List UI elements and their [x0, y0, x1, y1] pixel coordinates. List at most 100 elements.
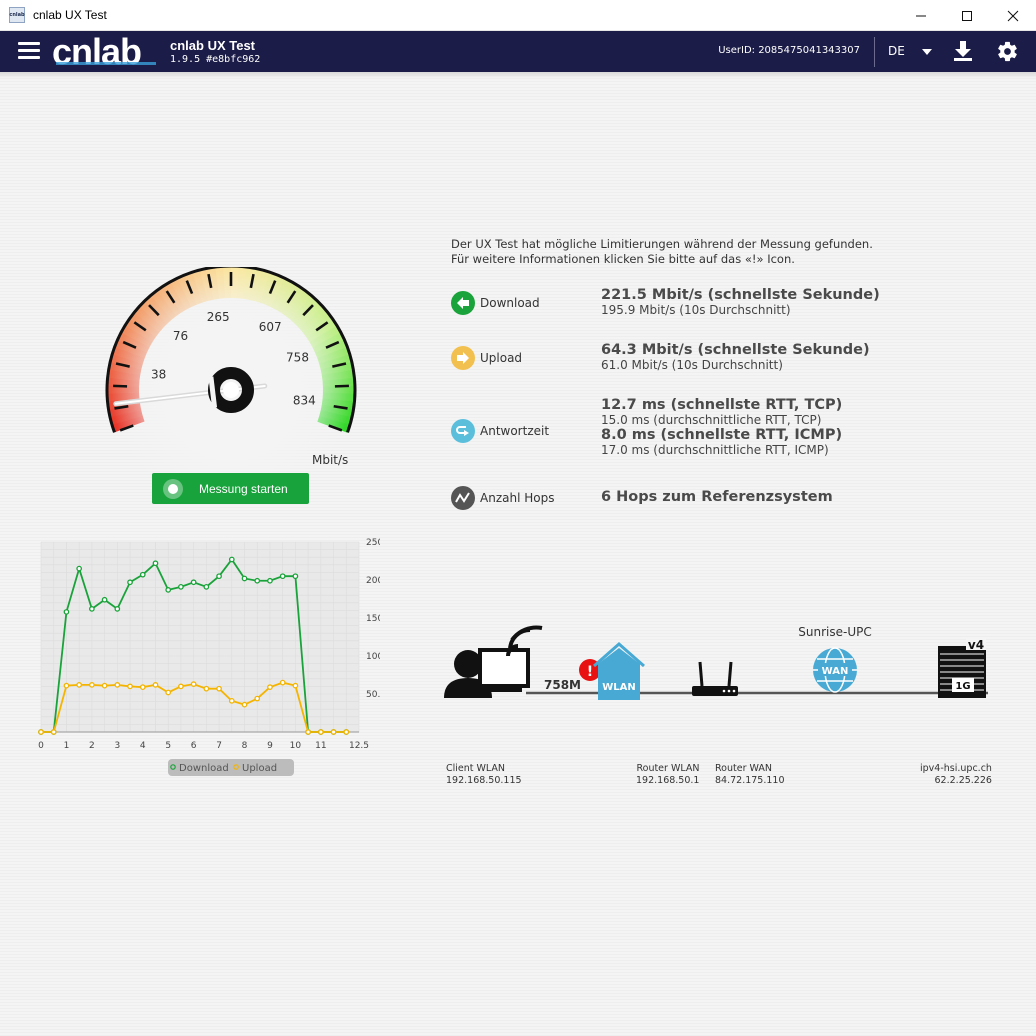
server-link-speed: 1G	[955, 681, 970, 692]
series-point-download	[203, 583, 210, 590]
series-point-upload	[63, 682, 70, 689]
server-icon[interactable]: v4 1G	[938, 638, 986, 698]
chart-y-tick-label: 250.0 Mbit/s	[366, 538, 380, 548]
series-point-download	[178, 583, 184, 590]
start-measurement-button[interactable]: Messung starten	[152, 473, 309, 504]
chart-x-tick-label: 3	[114, 741, 120, 751]
hops-label: Anzahl Hops	[480, 491, 555, 505]
series-point-download	[152, 560, 159, 567]
series-point-download	[63, 609, 70, 615]
menu-icon[interactable]	[18, 42, 40, 60]
wan-globe-icon[interactable]: WAN	[813, 647, 857, 693]
series-point-download	[76, 565, 83, 572]
needle-hub-center	[223, 382, 239, 398]
window-titlebar: cnlab cnlab UX Test	[0, 0, 1036, 31]
series-point-upload	[190, 681, 197, 687]
hops-count: 6 Hops zum Referenzsystem	[601, 489, 833, 505]
series-point-upload	[89, 682, 95, 688]
chart-plot-area	[41, 542, 359, 732]
latency-tcp-fastest: 12.7 ms (schnellste RTT, TCP)	[601, 397, 843, 413]
node-ip: 62.2.25.226	[934, 775, 992, 786]
series-point-download	[279, 573, 286, 580]
series-point-upload	[139, 684, 146, 691]
router-device-icon	[692, 661, 738, 696]
chart-y-tick-label: 100.0 Mbit/s	[366, 652, 380, 662]
series-point-upload	[50, 729, 57, 735]
close-icon	[1007, 10, 1019, 21]
series-point-download	[190, 579, 197, 586]
chart-x-tick-label: 12.5	[349, 741, 369, 751]
series-point-upload	[101, 682, 108, 689]
series-point-upload	[343, 729, 350, 735]
chart-x-tick-label: 6	[191, 741, 197, 751]
chart-x-tick-label: 11	[315, 741, 326, 751]
link-speed: 758M	[544, 678, 581, 692]
chart-y-tick-label: 200.0 Mbit/s	[366, 576, 380, 586]
maximize-button[interactable]	[944, 0, 990, 31]
wlan-router-icon[interactable]: WLAN	[593, 642, 645, 700]
brand-version: 1.9.5 #e8bfc962	[170, 54, 261, 65]
node-router-wlan: Router WLAN 192.168.50.1	[636, 763, 699, 787]
series-point-upload	[216, 685, 222, 692]
series-point-upload	[114, 682, 121, 688]
series-point-download	[292, 573, 299, 580]
series-point-upload	[178, 683, 184, 690]
chevron-down-icon[interactable]	[922, 49, 932, 55]
node-name: Client WLAN	[446, 763, 506, 774]
user-id: UserID: 2085475041343307	[718, 45, 860, 56]
throughput-chart: 250.0 Mbit/s 200.0 Mbit/s 150.0 Mbit/s 100.…	[38, 538, 380, 776]
latency-tcp-average: 15.0 ms (durchschnittliche RTT, TCP)	[601, 413, 822, 427]
download-peak: 221.5 Mbit/s (schnellste Sekunde)	[601, 287, 880, 303]
gear-icon[interactable]	[996, 40, 1019, 63]
chart-x-tick-label: 0	[38, 741, 44, 751]
series-point-download	[228, 556, 235, 563]
node-client-wlan: Client WLAN 192.168.50.115	[446, 763, 522, 787]
series-point-download	[241, 575, 248, 582]
series-point-download	[89, 606, 95, 612]
download-label: Download	[480, 296, 540, 310]
gauge-unit: Mbit/s	[312, 453, 348, 467]
chart-y-ticks: 250.0 Mbit/s 200.0 Mbit/s 150.0 Mbit/s 100.…	[366, 538, 380, 700]
start-button-label: Messung starten	[199, 481, 288, 496]
series-point-upload	[152, 682, 159, 688]
series-point-upload	[127, 683, 133, 690]
series-point-upload	[241, 701, 248, 708]
chart-x-tick-label: 5	[165, 741, 171, 751]
chart-x-tick-label: 10	[290, 741, 302, 751]
chart-y-tick-label: 150.0 Mbit/s	[366, 614, 380, 624]
series-point-upload	[292, 682, 299, 689]
wan-text: WAN	[822, 666, 849, 677]
header-divider	[874, 37, 875, 67]
chart-x-tick-label: 7	[216, 741, 222, 751]
minimize-button[interactable]	[898, 0, 944, 31]
node-reference-server: ipv4-hsi.upc.ch 62.2.25.226	[920, 763, 992, 787]
series-point-download	[165, 587, 172, 593]
node-ip: 192.168.50.115	[446, 775, 522, 786]
chart-x-tick-label: 8	[242, 741, 248, 751]
brand-name: cnlab UX Test	[170, 38, 256, 53]
download-icon[interactable]	[952, 40, 974, 62]
latency-label: Antwortzeit	[480, 424, 550, 438]
series-point-download	[267, 577, 273, 584]
upload-label: Upload	[480, 351, 523, 365]
node-ip: 192.168.50.1	[636, 775, 700, 786]
minimize-icon	[916, 15, 926, 16]
latency-icmp-fastest: 8.0 ms (schnellste RTT, ICMP)	[601, 427, 843, 443]
gauge-scale-label: 834	[293, 393, 316, 407]
series-point-download	[216, 573, 222, 580]
chart-x-tick-label: 9	[267, 741, 273, 751]
series-point-upload	[305, 729, 311, 735]
series-point-upload	[76, 682, 83, 688]
series-point-upload	[203, 685, 210, 692]
notice-line-2: Für weitere Informationen klicken Sie bi…	[451, 252, 795, 266]
series-point-upload	[279, 679, 286, 686]
language-select[interactable]: DE	[888, 44, 905, 58]
series-point-upload	[267, 684, 273, 691]
notice-line-1: Der UX Test hat mögliche Limitierungen w…	[451, 237, 873, 251]
chart-legend[interactable]: Download Upload	[168, 759, 294, 776]
close-button[interactable]	[990, 0, 1036, 31]
chart-x-ticks: 0 1 2 3 4 5 6 7 8 9 10 11 12.5	[38, 741, 369, 751]
download-arrow-icon	[451, 291, 475, 315]
gauge-scale-label: 76	[173, 329, 188, 343]
hops-route-icon	[451, 486, 475, 510]
